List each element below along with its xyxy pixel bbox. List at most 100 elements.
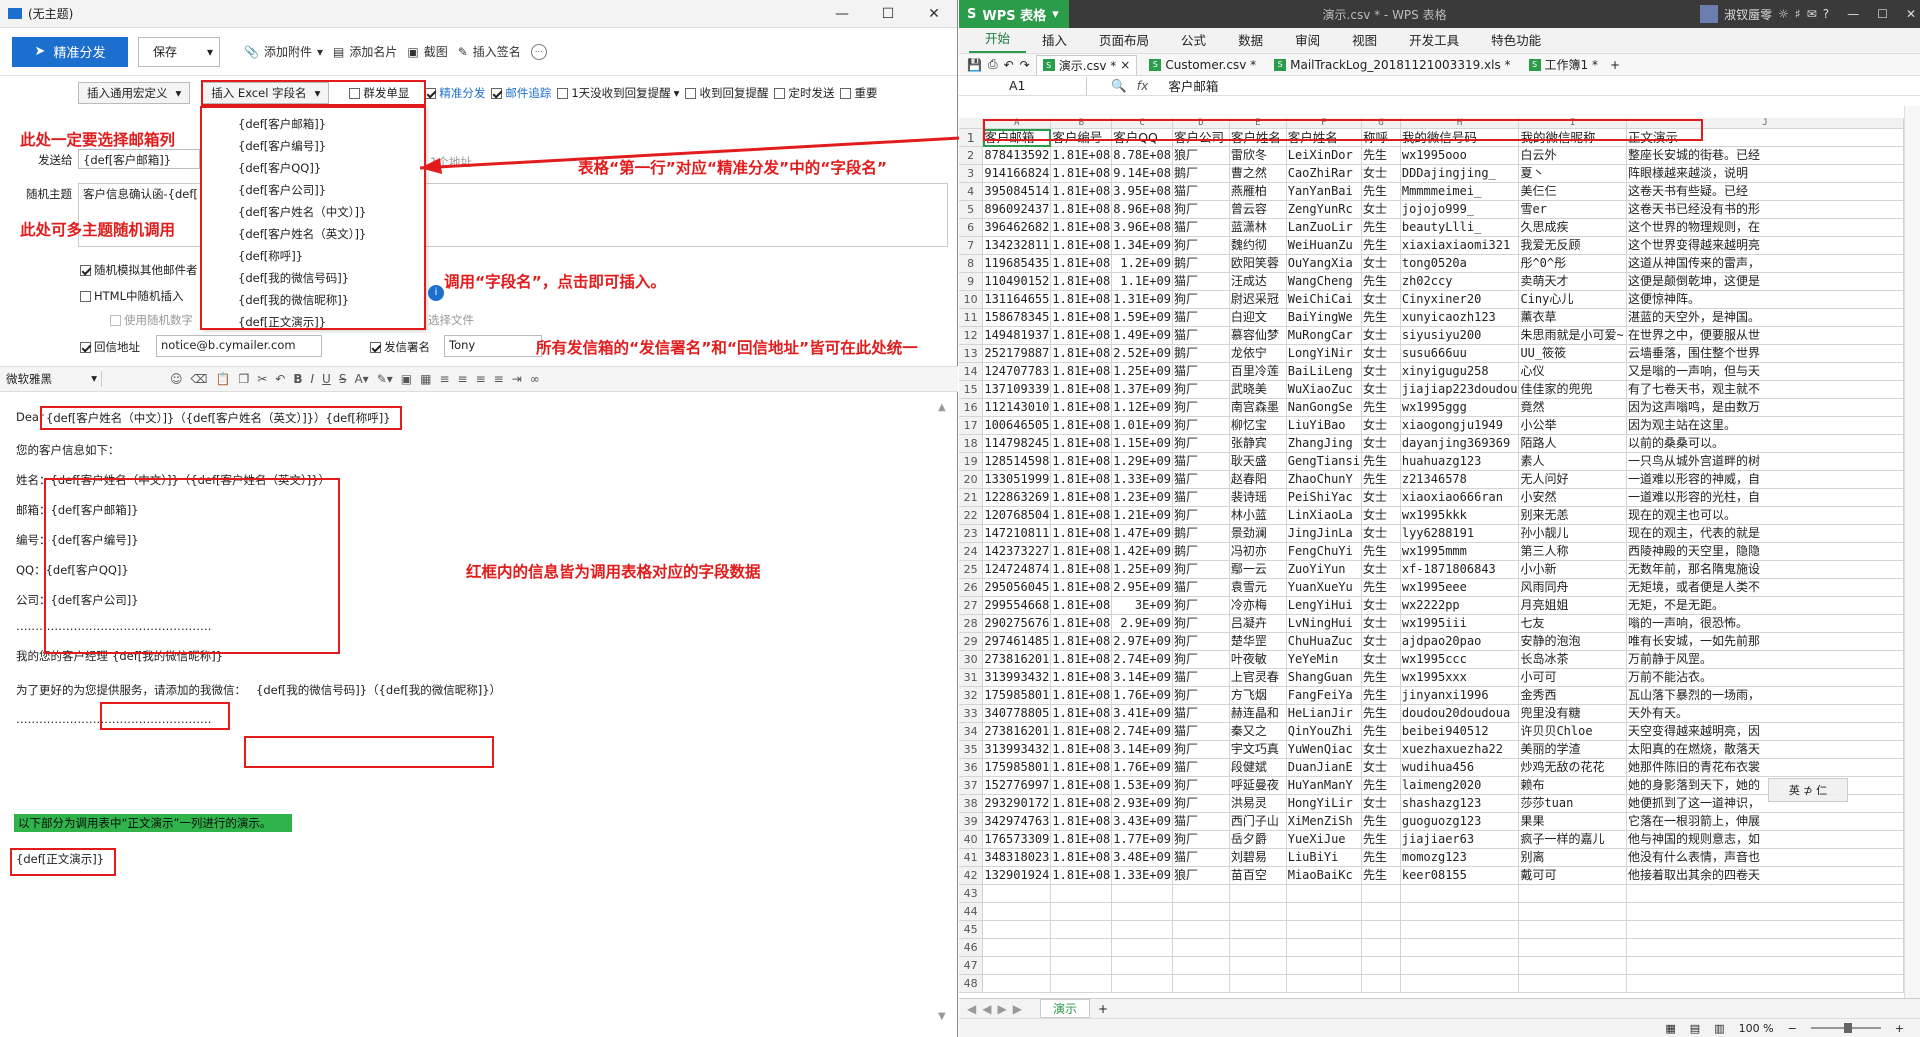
table-cell[interactable] — [1111, 920, 1173, 939]
table-cell[interactable]: 1.21E+09 — [1111, 506, 1173, 525]
sender-signature-input[interactable]: Tony — [444, 335, 542, 357]
table-cell[interactable]: jiajiaer63 — [1400, 830, 1520, 849]
table-cell[interactable]: 2.93E+09 — [1111, 794, 1173, 813]
table-cell[interactable]: 小小新 — [1518, 560, 1628, 579]
use-random-number-checkbox[interactable]: 使用随机数字 — [110, 312, 193, 328]
table-cell[interactable]: 素人 — [1518, 452, 1628, 471]
info-icon[interactable]: i — [428, 285, 444, 301]
formula-value[interactable]: 客户邮箱 — [1168, 76, 1218, 95]
table-cell[interactable]: 176573309 — [982, 830, 1052, 849]
table-cell[interactable]: 1.47E+09 — [1111, 524, 1173, 543]
sender-signature-checkbox[interactable]: 发信署名 — [370, 339, 430, 355]
table-cell[interactable]: 2.74E+09 — [1111, 650, 1173, 669]
table-cell[interactable]: LengYiHui — [1286, 596, 1362, 615]
table-cell[interactable]: 273816201 — [982, 650, 1052, 669]
table-cell[interactable]: beautyLlli_ — [1400, 218, 1520, 237]
table-cell[interactable]: 124707783 — [982, 362, 1052, 381]
table-cell[interactable]: 白云外 — [1518, 146, 1628, 165]
table-cell[interactable]: 1.37E+09 — [1111, 380, 1173, 399]
table-cell[interactable]: xiaogongju1949 — [1400, 416, 1520, 435]
table-cell[interactable] — [1050, 956, 1113, 975]
table-cell[interactable]: xinyigugu258 — [1400, 362, 1520, 381]
table-cell[interactable]: 1.81E+08 — [1050, 812, 1113, 831]
table-cell[interactable]: BaiYingWe — [1286, 308, 1362, 327]
table-cell[interactable]: 别来无恙 — [1518, 506, 1628, 525]
table-cell[interactable]: xiaxiaxiaomi321 — [1400, 236, 1520, 255]
table-cell[interactable]: 赖布 — [1518, 776, 1628, 795]
precise-checkbox[interactable]: 精准分发 — [425, 85, 485, 101]
table-cell[interactable]: 白迎文 — [1229, 308, 1287, 327]
table-cell[interactable]: 猫厂 — [1172, 722, 1230, 741]
table-cell[interactable]: UU_筱筱 — [1518, 344, 1628, 363]
table-cell[interactable]: wx1995xxx — [1400, 668, 1520, 687]
table-cell[interactable]: MiaoBaiKc — [1286, 866, 1362, 885]
table-cell[interactable]: 七友 — [1518, 614, 1628, 633]
table-cell[interactable]: 有了七卷天书，观主就不 — [1626, 380, 1904, 399]
table-cell[interactable] — [982, 920, 1052, 939]
table-cell[interactable]: 124724874 — [982, 560, 1052, 579]
menu-view[interactable]: 视图 — [1336, 30, 1393, 53]
row-number[interactable]: 38 — [959, 794, 984, 813]
more-options-button[interactable]: ⋯ — [530, 43, 547, 60]
table-cell[interactable]: 1.81E+08 — [1050, 470, 1113, 489]
table-cell[interactable]: 114798245 — [982, 434, 1052, 453]
table-cell[interactable]: 女士 — [1361, 326, 1401, 345]
table-cell[interactable]: LiuYiBao — [1286, 416, 1362, 435]
table-cell[interactable]: 1.49E+09 — [1111, 326, 1173, 345]
file-tab-mailtrack[interactable]: S MailTrackLog_20181121003319.xls * — [1268, 55, 1516, 75]
first-sheet-icon[interactable]: ◀ — [967, 1002, 976, 1016]
checkbox[interactable] — [80, 290, 91, 302]
table-cell[interactable]: 女士 — [1361, 380, 1401, 399]
table-cell[interactable] — [1400, 884, 1520, 903]
table-cell[interactable]: 1.25E+09 — [1111, 362, 1173, 381]
table-cell[interactable]: 1.81E+08 — [1050, 290, 1113, 309]
table-cell[interactable]: 叶夜敏 — [1229, 650, 1287, 669]
table-cell[interactable]: 1.81E+08 — [1050, 398, 1113, 417]
row-number[interactable]: 44 — [959, 902, 984, 921]
table-cell[interactable]: 1.25E+09 — [1111, 560, 1173, 579]
menu-features[interactable]: 特色功能 — [1475, 30, 1557, 53]
table-cell[interactable]: ChuHuaZuc — [1286, 632, 1362, 651]
table-cell[interactable] — [1626, 938, 1904, 957]
table-cell[interactable] — [1361, 956, 1401, 975]
align-right-icon[interactable]: ≡ — [476, 372, 486, 386]
table-cell[interactable]: 小公举 — [1518, 416, 1628, 435]
table-cell[interactable] — [1172, 902, 1230, 921]
table-cell[interactable] — [1286, 938, 1362, 957]
table-cell[interactable]: 女士 — [1361, 794, 1401, 813]
table-cell[interactable]: 1.81E+08 — [1050, 200, 1113, 219]
table-cell[interactable]: 女士 — [1361, 506, 1401, 525]
table-cell[interactable]: 3.48E+09 — [1111, 848, 1173, 867]
table-cell[interactable]: 3.96E+08 — [1111, 218, 1173, 237]
table-cell[interactable]: 无矩境，或者便是人类不 — [1626, 578, 1904, 597]
table-cell[interactable]: 1.34E+09 — [1111, 236, 1173, 255]
table-cell[interactable]: FengChuYi — [1286, 542, 1362, 561]
table-cell[interactable]: 1.81E+08 — [1050, 218, 1113, 237]
menu-page-layout[interactable]: 页面布局 — [1083, 30, 1165, 53]
select-file-link[interactable]: 选择文件 — [428, 312, 474, 328]
row-number[interactable]: 47 — [959, 956, 984, 975]
table-cell[interactable]: 唯有长安城，一如先前那 — [1626, 632, 1904, 651]
table-cell[interactable]: 1.2E+09 — [1111, 254, 1173, 273]
table-cell[interactable]: 2.9E+09 — [1111, 614, 1173, 633]
table-cell[interactable]: xuezhaxuezha22 — [1400, 740, 1520, 759]
table-cell[interactable]: 许贝贝Chloe — [1518, 722, 1628, 741]
table-cell[interactable]: 女士 — [1361, 596, 1401, 615]
insert-signature-button[interactable]: ✎ 插入签名 — [458, 43, 521, 60]
table-cell[interactable]: 赫连晶和 — [1229, 704, 1287, 723]
table-cell[interactable] — [1050, 920, 1113, 939]
skin-icon[interactable]: ☼ — [1778, 7, 1789, 21]
table-cell[interactable]: 1.81E+08 — [1050, 740, 1113, 759]
table-cell[interactable]: xf-1871806843 — [1400, 560, 1520, 579]
table-cell[interactable] — [1111, 884, 1173, 903]
table-cell[interactable]: 猫厂 — [1172, 812, 1230, 831]
table-cell[interactable]: 2.95E+09 — [1111, 578, 1173, 597]
table-cell[interactable]: 先生 — [1361, 722, 1401, 741]
table-cell[interactable]: 雪er — [1518, 200, 1628, 219]
table-cell[interactable] — [1518, 920, 1628, 939]
row-number[interactable]: 20 — [959, 470, 984, 489]
table-cell[interactable]: 134232811 — [982, 236, 1052, 255]
table-cell[interactable]: 猫厂 — [1172, 362, 1230, 381]
shirt-icon[interactable]: ♯ — [1795, 7, 1801, 21]
table-cell[interactable]: 1.81E+08 — [1050, 776, 1113, 795]
